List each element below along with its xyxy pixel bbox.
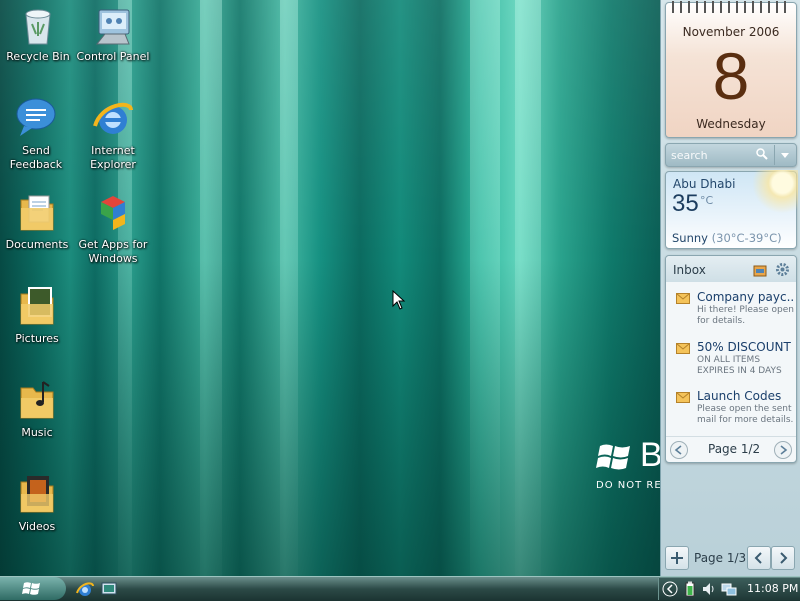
taskbar: 11:08 PM [0, 576, 800, 601]
inbox-next-icon[interactable] [774, 441, 792, 459]
wallpaper-light-streak [118, 0, 132, 576]
inbox-gadget: Inbox Company payc... Hi there! Please o… [665, 255, 797, 463]
quicklaunch-internet-explorer-icon[interactable] [76, 580, 94, 598]
send-feedback-icon [16, 98, 56, 136]
calendar-month: November 2006 [682, 25, 780, 39]
search-gadget [665, 143, 797, 167]
weather-city: Abu Dhabi [673, 177, 736, 191]
brand-text: B [640, 436, 660, 474]
desktop-icon-label: Control Panel [76, 50, 150, 63]
message-preview: Hi there! Please open for details. [697, 305, 794, 326]
calendar-day: 8 [712, 39, 750, 113]
calendar-gadget[interactable]: November 2006 8 Wednesday [665, 1, 797, 138]
inbox-prev-icon[interactable] [670, 441, 688, 459]
desktop-icon-recycle-bin[interactable]: Recycle Bin [0, 2, 78, 64]
start-button[interactable] [0, 577, 66, 600]
network-icon[interactable] [721, 581, 737, 597]
volume-icon[interactable] [701, 581, 717, 597]
windows-sidebar: November 2006 8 Wednesday Abu Dhabi 35 °… [660, 0, 800, 576]
desktop-icon-music[interactable]: Music [0, 378, 77, 440]
weather-range: (30°C-39°C) [711, 231, 782, 245]
system-tray: 11:08 PM [658, 578, 800, 600]
gear-icon[interactable] [774, 261, 791, 278]
inbox-message[interactable]: Launch Codes Please open the sent mail f… [666, 389, 796, 439]
message-preview: Please open the sent mail for more detai… [697, 404, 794, 425]
message-subject: 50% DISCOUNT [697, 340, 791, 354]
show-desktop-icon[interactable] [100, 580, 118, 598]
envelope-icon [676, 392, 690, 403]
windows-logo-icon [596, 444, 630, 470]
pictures-folder-icon [20, 287, 54, 325]
weather-condition-line: Sunny (30°C-39°C) [672, 231, 782, 245]
desktop-icon-label: Documents [5, 238, 69, 251]
weather-gadget[interactable]: Abu Dhabi 35 °C Sunny (30°C-39°C) [665, 170, 798, 249]
inbox-store-icon[interactable] [752, 262, 768, 278]
desktop-icon-pictures[interactable]: Pictures [0, 284, 77, 346]
inbox-message[interactable]: Company payc... Hi there! Please open fo… [666, 290, 796, 340]
sidebar-next-icon[interactable] [771, 546, 795, 570]
desktop-icon-control-panel[interactable]: Control Panel [73, 2, 153, 64]
chevron-down-icon[interactable] [774, 145, 795, 165]
tray-expand-icon[interactable] [662, 581, 678, 597]
inbox-page-indicator: Page 1/2 [708, 442, 761, 456]
weather-condition: Sunny [672, 231, 708, 245]
desktop-icon-label: Videos [18, 520, 56, 533]
sidebar-prev-icon[interactable] [747, 546, 771, 570]
desktop-icon-videos[interactable]: Videos [0, 472, 77, 534]
recycle-bin-icon [25, 9, 51, 45]
desktop-icon-label: Recycle Bin [6, 50, 70, 63]
sidebar-page-indicator: Page 1/3 [694, 551, 747, 565]
desktop-icon-label: Music [21, 426, 53, 439]
message-subject: Company payc... [697, 290, 793, 304]
desktop-icon-send-feedback[interactable]: Send Feedback [0, 96, 76, 172]
wallpaper-light-streak [280, 0, 298, 576]
get-apps-icon [101, 196, 125, 230]
inbox-title: Inbox [673, 263, 706, 277]
search-input[interactable] [669, 147, 763, 164]
desktop-icon-internet-explorer[interactable]: Internet Explorer [73, 96, 153, 172]
inbox-header: Inbox [666, 256, 796, 282]
weather-temperature: 35 [672, 190, 699, 217]
desktop-icon-get-apps[interactable]: Get Apps for Windows [73, 190, 153, 266]
sidebar-controls: Page 1/3 [665, 546, 795, 570]
desktop-icon-label: Get Apps for Windows [78, 238, 148, 265]
calendar-rings [672, 1, 790, 13]
brand-subtitle: DO NOT RE [596, 480, 660, 491]
message-subject: Launch Codes [697, 389, 782, 403]
add-gadget-icon[interactable] [665, 546, 689, 570]
envelope-icon [676, 343, 690, 354]
inbox-message[interactable]: 50% DISCOUNT ON ALL ITEMS EXPIRES IN 4 D… [666, 340, 796, 390]
desktop-icon-label: Internet Explorer [90, 144, 136, 171]
taskbar-clock[interactable]: 11:08 PM [747, 582, 798, 595]
wallpaper-light-streak [470, 0, 500, 576]
desktop-icon-label: Send Feedback [9, 144, 63, 171]
mouse-cursor-icon [392, 290, 406, 310]
wallpaper-light-streak [515, 0, 541, 576]
envelope-icon [676, 293, 690, 304]
inbox-pager: Page 1/2 [666, 436, 796, 463]
sun-icon [746, 170, 798, 214]
battery-icon[interactable] [682, 581, 698, 597]
calendar-weekday: Wednesday [696, 117, 766, 131]
message-preview: ON ALL ITEMS EXPIRES IN 4 DAYS [697, 355, 782, 376]
music-folder-icon [20, 381, 54, 419]
windows-logo-icon [22, 582, 40, 595]
weather-unit: °C [700, 194, 714, 207]
desktop[interactable]: Recycle Bin Control Panel Send Feedback … [0, 0, 660, 576]
desktop-icon-documents[interactable]: Documents [0, 190, 77, 252]
control-panel-icon [95, 9, 130, 45]
internet-explorer-icon [93, 102, 133, 134]
videos-folder-icon [20, 476, 54, 513]
wallpaper-light-streak [200, 0, 222, 576]
desktop-icon-label: Pictures [15, 332, 59, 345]
documents-folder-icon [20, 195, 54, 231]
search-icon[interactable] [755, 147, 769, 161]
windows-brand-watermark: B DO NOT RE [596, 438, 660, 491]
